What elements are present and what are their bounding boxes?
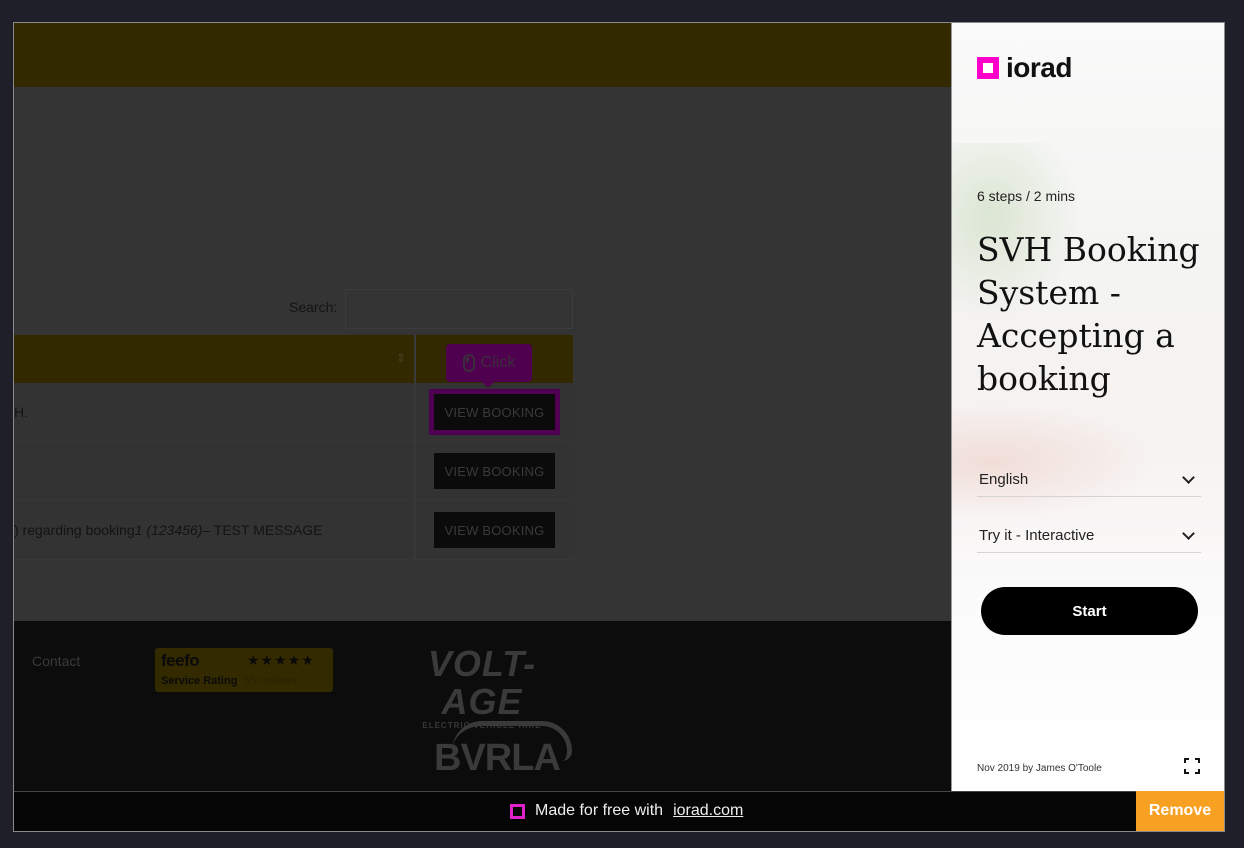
embed-frame: Search: ⇕ H. VIEW BOOKING VIEW BOOKING)… [13, 22, 1225, 832]
action-cell: VIEW BOOKING [416, 383, 573, 441]
voltage-logo: VOLT-AGE ELECTRIC VEHICLE HIRE [392, 643, 572, 731]
booking-reference: 1 (123456) [134, 522, 203, 538]
iorad-logo: iorad [977, 54, 1072, 82]
message-cell [14, 442, 416, 500]
feefo-rating-label: Service Rating [161, 675, 238, 687]
table-row: ) regarding booking 1 (123456) – TEST ME… [14, 501, 573, 560]
byline: Nov 2019 by James O'Toole [977, 763, 1102, 774]
bvrla-logo-text: BVRLA [434, 737, 561, 779]
search-input[interactable] [345, 289, 573, 329]
iorad-logo-icon [510, 803, 525, 819]
language-select[interactable]: English [977, 463, 1201, 497]
iorad-logo-text: iorad [1006, 52, 1072, 83]
sort-icon[interactable]: ⇕ [396, 351, 406, 365]
chevron-down-icon [1182, 470, 1195, 484]
made-with-notice: Made for free with iorad.com [510, 802, 743, 820]
site-preview: Search: ⇕ H. VIEW BOOKING VIEW BOOKING)… [14, 23, 951, 791]
iorad-link[interactable]: iorad.com [673, 802, 743, 820]
site-footer: Contact feefo ★★★★★ Service Rating 55 re… [14, 621, 951, 791]
click-tooltip: Click [446, 344, 532, 388]
star-rating-icon: ★★★★★ [247, 652, 315, 668]
voltage-logo-text: VOLT-AGE [427, 643, 537, 722]
start-button[interactable]: Start [981, 587, 1198, 635]
iorad-logo-icon [977, 57, 999, 79]
remove-button[interactable]: Remove [1136, 791, 1224, 831]
view-booking-button[interactable]: VIEW BOOKING [429, 389, 560, 435]
mode-selected: Try it - Interactive [979, 527, 1095, 544]
language-selected: English [979, 471, 1029, 488]
mode-select[interactable]: Try it - Interactive [977, 519, 1201, 553]
table-row: H. VIEW BOOKING [14, 383, 573, 442]
table-row: VIEW BOOKING [14, 442, 573, 501]
feefo-reviews-count: 55 reviews [244, 675, 297, 687]
steps-duration: 6 steps / 2 mins [977, 188, 1076, 204]
message-text-suffix: – TEST MESSAGE [202, 522, 323, 538]
message-text: ) regarding booking [14, 522, 135, 538]
footer-contact-link[interactable]: Contact [32, 653, 80, 669]
site-header [14, 23, 951, 87]
chevron-down-icon [1182, 526, 1195, 540]
tutorial-title: SVH Booking System - Accepting a booking [977, 230, 1200, 398]
header-message-column[interactable]: ⇕ [14, 335, 416, 383]
message-text: H. [14, 404, 28, 420]
mouse-icon [462, 354, 475, 372]
feefo-badge[interactable]: feefo ★★★★★ Service Rating 55 reviews [155, 648, 333, 692]
bvrla-logo: BVRLA [434, 721, 574, 779]
view-booking-button[interactable]: VIEW BOOKING [434, 512, 555, 548]
view-booking-button[interactable]: VIEW BOOKING [434, 453, 555, 489]
iorad-panel: iorad 6 steps / 2 mins SVH Booking Syste… [951, 23, 1224, 791]
message-cell: H. [14, 383, 416, 441]
action-cell: VIEW BOOKING [416, 501, 573, 559]
bottom-bar: Made for free with iorad.com Remove [14, 791, 1224, 831]
message-cell: ) regarding booking 1 (123456) – TEST ME… [14, 501, 416, 559]
search-label: Search: [289, 299, 338, 315]
click-tooltip-label: Click [480, 354, 516, 371]
fullscreen-icon[interactable] [1184, 758, 1200, 774]
action-cell: VIEW BOOKING [416, 442, 573, 500]
made-with-text: Made for free with [535, 802, 664, 819]
